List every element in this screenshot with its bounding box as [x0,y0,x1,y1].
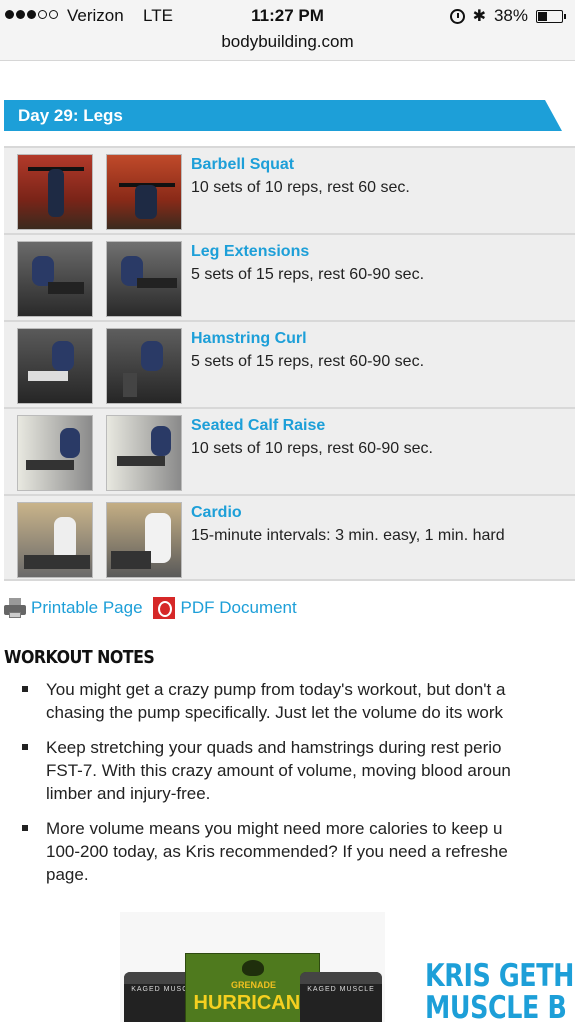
note-line: Keep stretching your quads and hamstring… [46,738,502,757]
tub-label: KAGED MUSCLE [307,986,375,993]
bluetooth-icon: ✱ [472,8,486,25]
exercise-photo-end[interactable] [106,154,182,230]
exercise-list: Barbell Squat 10 sets of 10 reps, rest 6… [4,146,575,581]
exercise-detail: 5 sets of 15 reps, rest 60-90 sec. [191,266,425,283]
exercise-name[interactable]: Barbell Squat [191,156,294,174]
pdf-icon[interactable] [152,597,175,619]
ad-headline-line: KRIS GETH [425,958,575,994]
grenade-icon [242,960,264,976]
workout-notes-list: You might get a crazy pump from today's … [0,678,575,898]
exercise-row[interactable]: Barbell Squat 10 sets of 10 reps, rest 6… [4,146,575,233]
battery-icon [536,9,566,23]
exercise-row[interactable]: Cardio 15-minute intervals: 3 min. easy,… [4,494,575,581]
bullet-icon [22,825,28,831]
exercise-detail: 10 sets of 10 reps, rest 60-90 sec. [191,440,433,457]
printer-icon[interactable] [4,598,26,618]
list-item: Keep stretching your quads and hamstring… [0,736,575,805]
exercise-name[interactable]: Hamstring Curl [191,330,307,348]
download-links: Printable Page PDF Document [4,596,297,620]
exercise-photo-start[interactable] [17,154,93,230]
note-line: limber and injury-free. [46,784,211,803]
alarm-icon [449,8,465,24]
day-banner: Day 29: Legs [4,100,562,131]
day-title: Day 29: Legs [18,106,123,125]
exercise-detail: 15-minute intervals: 3 min. easy, 1 min.… [191,527,505,544]
browser-top-bar: Verizon LTE 11:27 PM ✱ 38% bodybuilding.… [0,0,575,61]
exercise-detail: 10 sets of 10 reps, rest 60 sec. [191,179,410,196]
note-line: More volume means you might need more ca… [46,819,503,838]
status-bar: Verizon LTE 11:27 PM ✱ 38% [0,6,575,28]
exercise-row[interactable]: Hamstring Curl 5 sets of 15 reps, rest 6… [4,320,575,407]
exercise-row[interactable]: Leg Extensions 5 sets of 15 reps, rest 6… [4,233,575,320]
exercise-row[interactable]: Seated Calf Raise 10 sets of 10 reps, re… [4,407,575,494]
note-line: FST-7. With this crazy amount of volume,… [46,761,511,780]
exercise-detail: 5 sets of 15 reps, rest 60-90 sec. [191,353,425,370]
exercise-photo-start[interactable] [17,502,93,578]
exercise-name[interactable]: Leg Extensions [191,243,309,261]
printable-page-link[interactable]: Printable Page [31,598,143,618]
bullet-icon [22,686,28,692]
exercise-name[interactable]: Seated Calf Raise [191,417,325,435]
exercise-name[interactable]: Cardio [191,504,242,522]
exercise-photo-end[interactable] [106,415,182,491]
ad-headline-line: MUSCLE B [425,990,567,1022]
supplement-tub-right: KAGED MUSCLE [300,972,382,1022]
exercise-photo-end[interactable] [106,241,182,317]
bullet-icon [22,744,28,750]
workout-notes-heading: WORKOUT NOTES [4,647,155,668]
exercise-photo-end[interactable] [106,502,182,578]
status-right: ✱ 38% [449,6,566,26]
note-line: You might get a crazy pump from today's … [46,680,506,699]
list-item: You might get a crazy pump from today's … [0,678,575,724]
ad-banner[interactable]: KAGED MUSCLE GRENADE HURRICANE KAGED MUS… [0,912,575,1022]
battery-percent: 38% [493,6,528,25]
note-line: chasing the pump specifically. Just let … [46,703,504,722]
note-line: page. [46,865,89,884]
list-item: More volume means you might need more ca… [0,817,575,886]
ad-headline[interactable]: KRIS GETH MUSCLE B [425,960,574,1022]
exercise-photo-start[interactable] [17,415,93,491]
pdf-document-link[interactable]: PDF Document [181,598,297,618]
exercise-photo-end[interactable] [106,328,182,404]
note-line: 100-200 today, as Kris recommended? If y… [46,842,508,861]
url-bar[interactable]: bodybuilding.com [0,32,575,52]
exercise-photo-start[interactable] [17,328,93,404]
exercise-photo-start[interactable] [17,241,93,317]
